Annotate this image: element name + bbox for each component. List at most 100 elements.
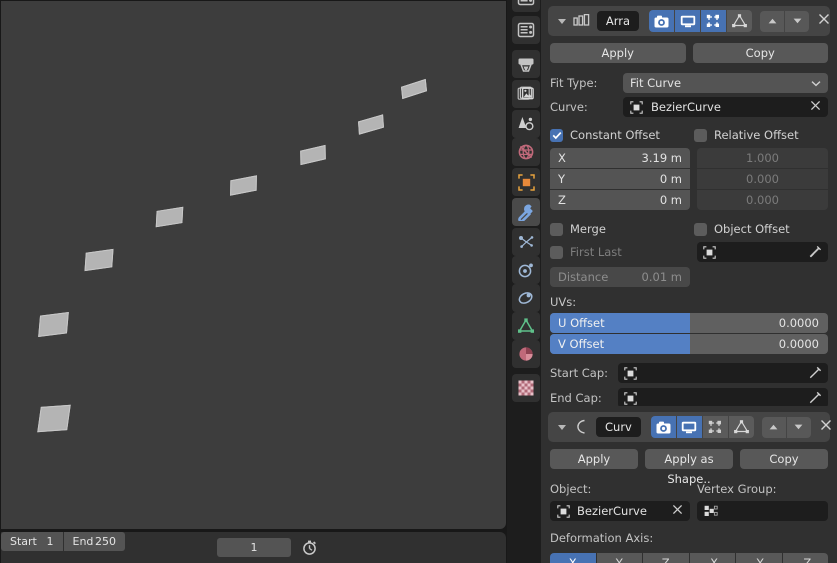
viewport-plane-object[interactable] [38,312,69,337]
fit-type-dropdown[interactable]: Fit Curve [623,73,828,93]
blender-window: 1 Start 1 End 250 Arra Apply Copy Fit Ty… [0,0,837,563]
start-frame-field[interactable]: Start 1 [1,532,63,551]
close-x-icon[interactable] [818,13,830,29]
curve-modifier-header[interactable]: Curv [548,412,832,442]
v-offset-field[interactable]: V Offset 0.0000 [550,334,828,354]
axis-button-nz[interactable]: -Z [782,553,828,563]
object-data-icon [624,391,637,405]
move-down-button[interactable] [786,416,811,438]
relative-offset-x: 1.000 [697,148,828,168]
sidebar-item-partial-top[interactable] [512,0,540,12]
start-cap-row: Start Cap: [550,363,828,383]
array-modifier-icon [573,13,591,29]
deformation-axis-label: Deformation Axis: [550,531,654,545]
object-data-icon [624,366,637,380]
move-down-button[interactable] [785,10,809,32]
current-frame-field[interactable]: 1 [217,538,291,557]
3d-viewport[interactable] [1,1,506,529]
viewport-plane-object[interactable] [400,78,428,100]
viewport-plane-object[interactable] [155,206,184,228]
render-toggle[interactable] [650,416,676,438]
fit-type-value: Fit Curve [630,76,682,90]
axis-button-z[interactable]: Z [643,553,689,563]
end-frame-field[interactable]: End 250 [63,532,125,551]
sidebar-item-modifier[interactable] [512,198,540,226]
curve-header-toggles [650,416,754,438]
sidebar-item-view-layer[interactable] [512,80,540,108]
copy-button[interactable]: Copy [692,43,828,63]
sidebar-item-texture[interactable] [512,374,540,402]
axis-button-ny[interactable]: -Y [736,553,782,563]
curve-object-value: BezierCurve [577,504,647,518]
constant-offset-y[interactable]: Y 0 m [550,169,690,189]
relative-offset-y: 0.000 [697,169,828,189]
sidebar-item-render[interactable] [512,16,540,44]
triangle-down-icon[interactable] [558,424,566,430]
edit-mode-toggle[interactable] [702,416,728,438]
move-up-button[interactable] [761,416,786,438]
fit-type-label: Fit Type: [550,76,598,90]
close-x-icon[interactable] [820,419,832,435]
axis-button-nx[interactable]: -X [689,553,735,563]
object-offset-label: Object Offset [714,222,790,236]
properties-tab-column[interactable] [507,0,541,563]
timeline-editor[interactable]: 1 Start 1 End 250 [1,532,506,563]
fit-type-row: Fit Type: Fit Curve [550,73,828,93]
edit-mode-toggle[interactable] [701,10,726,32]
curve-object-field[interactable]: BezierCurve [623,97,828,117]
axis-button-x[interactable]: X [550,553,596,563]
cage-toggle[interactable] [727,10,752,32]
sidebar-item-world[interactable] [512,138,540,166]
sidebar-item-physics[interactable] [512,256,540,284]
sidebar-item-material[interactable] [512,340,540,368]
eyedropper-icon[interactable] [809,389,822,408]
viewport-toggle[interactable] [676,416,702,438]
array-header-toggles [649,10,752,32]
sidebar-item-object-data[interactable] [512,312,540,340]
u-offset-label: U Offset [550,313,690,333]
curve-clear-icon[interactable] [810,100,821,114]
curve-object-field[interactable]: BezierCurve [550,501,690,521]
object-clear-icon[interactable] [672,504,683,518]
apply-button[interactable]: Apply [550,449,638,469]
viewport-plane-object[interactable] [230,175,257,196]
sidebar-item-scene[interactable] [512,110,540,138]
merge-checkbox[interactable]: Merge [550,222,690,236]
apply-as-shape-button[interactable]: Apply as Shape.. [645,449,733,486]
relative-offset-checkbox[interactable]: Relative Offset [690,128,828,142]
array-modifier-name-field[interactable]: Arra [596,11,639,31]
sidebar-item-output[interactable] [512,50,540,78]
u-offset-field[interactable]: U Offset 0.0000 [550,313,828,333]
object-offset-checkbox[interactable]: Object Offset [690,222,828,236]
move-up-button[interactable] [760,10,784,32]
triangle-down-icon[interactable] [558,18,566,24]
end-cap-field[interactable] [618,388,828,408]
constant-offset-checkbox[interactable]: Constant Offset [550,128,690,142]
viewport-plane-object[interactable] [84,248,114,272]
viewport-plane-object[interactable] [358,114,384,135]
copy-button[interactable]: Copy [740,449,828,469]
curve-modifier-name-field[interactable]: Curv [596,417,641,437]
constant-offset-z[interactable]: Z 0 m [550,190,690,210]
sidebar-item-particles[interactable] [512,228,540,256]
viewport-plane-object[interactable] [37,404,71,433]
cage-toggle[interactable] [728,416,754,438]
eyedropper-icon[interactable] [809,243,822,262]
viewport-toggle[interactable] [675,10,700,32]
object-offset-field[interactable] [697,242,828,262]
apply-button[interactable]: Apply [550,43,686,63]
sidebar-item-object[interactable] [512,168,540,196]
vertex-group-icon [704,505,718,518]
viewport-plane-object[interactable] [300,144,326,166]
start-cap-field[interactable] [618,363,828,383]
sidebar-item-constraints[interactable] [512,284,540,312]
uv-offsets: U Offset 0.0000 V Offset 0.0000 [550,313,828,354]
render-toggle[interactable] [649,10,674,32]
axis-button-y[interactable]: Y [596,553,642,563]
array-modifier-header[interactable]: Arra [548,6,830,36]
stopwatch-icon[interactable] [300,538,319,557]
vertex-group-field[interactable] [697,501,828,521]
constant-offset-x[interactable]: X 3.19 m [550,148,690,168]
curve-object-value: BezierCurve [651,100,721,114]
eyedropper-icon[interactable] [809,364,822,383]
